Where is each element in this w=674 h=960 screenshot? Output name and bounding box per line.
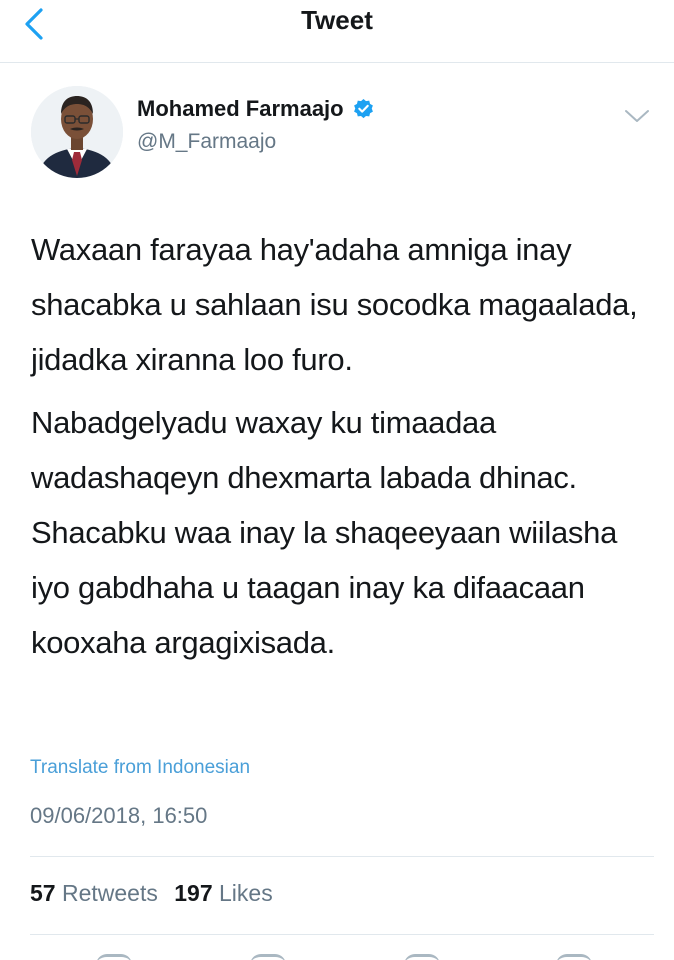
- retweets-label: Retweets: [61, 880, 158, 906]
- author-name-text: Mohamed Farmaajo: [137, 96, 344, 121]
- tweet-options-button[interactable]: [620, 104, 654, 128]
- tweet-timestamp: 09/06/2018, 16:50: [30, 803, 208, 828]
- tweet-text: Waxaan farayaa hay'adaha amniga inay sha…: [31, 222, 651, 670]
- tweet-action-bar: [0, 940, 674, 960]
- retweets-count: 57: [30, 880, 56, 906]
- tweet-paragraph-1: Waxaan farayaa hay'adaha amniga inay sha…: [31, 232, 638, 377]
- author-display-name[interactable]: Mohamed Farmaajo: [137, 96, 375, 122]
- page-title: Tweet: [301, 5, 373, 35]
- tweet-paragraph-2: Nabadgelyadu waxay ku timaadaa wadashaqe…: [31, 405, 618, 660]
- share-icon[interactable]: [556, 954, 592, 960]
- navigation-bar: Tweet: [0, 0, 674, 63]
- author-handle[interactable]: @M_Farmaajo: [137, 130, 276, 154]
- avatar[interactable]: [31, 86, 123, 178]
- chevron-down-icon: [625, 110, 649, 122]
- profile-photo: [31, 86, 123, 178]
- engagement-stats: 57 Retweets 197 Likes: [30, 880, 273, 907]
- tweet-detail-screen: Tweet Mohamed Farmaajo @M_Farmaajo Waxaa…: [0, 0, 674, 960]
- retweets-stat[interactable]: 57 Retweets: [30, 880, 164, 906]
- likes-count: 197: [174, 880, 213, 906]
- likes-label: Likes: [219, 880, 273, 906]
- divider: [30, 934, 654, 935]
- reply-icon[interactable]: [96, 954, 132, 960]
- retweet-icon[interactable]: [250, 954, 286, 960]
- like-icon[interactable]: [404, 954, 440, 960]
- likes-stat[interactable]: 197 Likes: [174, 880, 272, 906]
- translate-tweet-link[interactable]: Translate from Indonesian: [30, 757, 250, 779]
- verified-badge-icon: [353, 98, 373, 118]
- divider: [30, 856, 654, 857]
